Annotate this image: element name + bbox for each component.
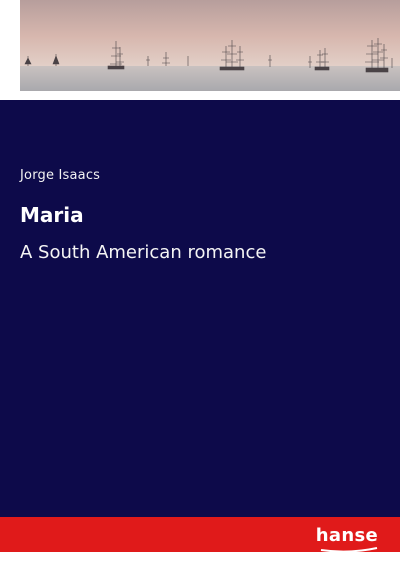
book-title: Maria [20,203,84,227]
photo-band [0,0,400,100]
publisher-logo: hanse [315,525,378,546]
book-subtitle: A South American romance [20,242,267,263]
bottom-margin [0,552,400,568]
author-name: Jorge Isaacs [20,168,101,183]
tall-ships-photo [20,0,400,91]
title-panel [0,100,400,517]
book-cover: Jorge Isaacs Maria A South American roma… [0,0,400,568]
tall-ships-illustration-icon [20,0,400,91]
